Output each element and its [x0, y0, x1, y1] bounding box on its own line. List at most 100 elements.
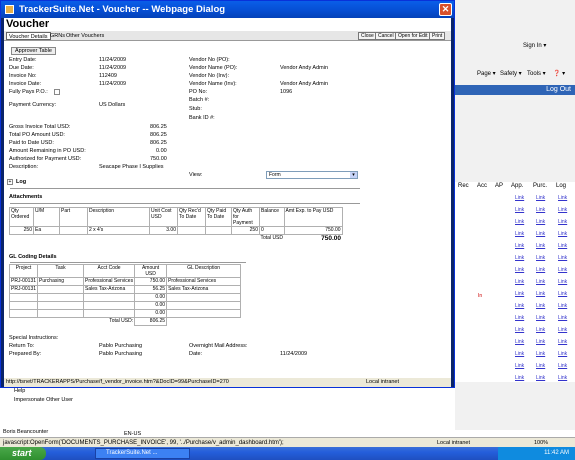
grid-link[interactable]: Link	[558, 195, 567, 201]
grid-link[interactable]: Link	[515, 255, 524, 261]
table-cell: 0.00	[134, 309, 168, 318]
table-cell	[177, 226, 206, 235]
table-cell	[83, 309, 136, 318]
grid-link[interactable]: Link	[536, 267, 545, 273]
dialog-status-bar: http://tsnet/TRACKERAPPS/Purchase/f_vend…	[4, 378, 451, 387]
grid-link[interactable]: Link	[515, 315, 524, 321]
dialog-title-bar[interactable]: TrackerSuite.Net - Voucher -- Webpage Di…	[1, 1, 454, 18]
log-toggle-icon[interactable]: +	[7, 179, 13, 185]
grid-link[interactable]: Link	[515, 291, 524, 297]
safety-menu[interactable]: Safety ▾	[500, 70, 522, 77]
grid-link[interactable]: Link	[536, 339, 545, 345]
grid-link[interactable]: Link	[536, 303, 545, 309]
grid-link[interactable]: Link	[558, 351, 567, 357]
tab-voucher-details[interactable]: Voucher Details	[6, 32, 51, 40]
taskbar-item[interactable]: TrackerSuite.Net ...	[95, 448, 190, 459]
view-select[interactable]: Form ▾	[266, 171, 358, 179]
table-cell: PRJ-00131	[8, 277, 39, 286]
table-cell: Sales Tax-Arizona	[166, 285, 242, 294]
log-label[interactable]: Log	[16, 179, 26, 185]
print-button[interactable]: Print	[429, 32, 446, 40]
approver-table-button[interactable]: Approver Table	[11, 47, 56, 55]
column-header: Qty Rec'd To Date	[177, 207, 206, 227]
vendor-name-po-value: Vendor Andy Admin	[280, 65, 329, 71]
system-tray: 11:42 AM	[498, 447, 575, 460]
grid-link[interactable]: Link	[558, 363, 567, 369]
start-button[interactable]: start	[0, 447, 46, 460]
grid-link[interactable]: Link	[536, 363, 545, 369]
grid-link[interactable]: Link	[558, 279, 567, 285]
tab-other-vouchers[interactable]: Other Vouchers	[64, 32, 106, 40]
tools-menu[interactable]: Tools ▾	[527, 70, 546, 77]
grid-link[interactable]: Link	[515, 339, 524, 345]
column-header: Acct Code	[83, 264, 136, 278]
vendor-no-po-label: Vendor No (PO):	[189, 57, 230, 63]
status-zone: Local intranet	[366, 379, 400, 385]
grid-link[interactable]: Link	[536, 351, 545, 357]
grid-link[interactable]: Link	[536, 279, 545, 285]
logout-link[interactable]: Log Out	[455, 85, 575, 95]
column-header: Qty Ordered	[9, 207, 34, 227]
payment-currency-value: US Dollars	[99, 102, 126, 108]
grid-link[interactable]: Link	[536, 375, 545, 381]
impersonate-item[interactable]: Impersonate Other User	[14, 397, 73, 403]
prepared-by-label: Prepared By:	[9, 351, 42, 357]
line-total-value: 750.00	[321, 235, 342, 242]
table-cell	[166, 309, 242, 318]
grid-link[interactable]: Link	[515, 279, 524, 285]
grid-link[interactable]: Link	[536, 231, 545, 237]
grid-link[interactable]: Link	[558, 207, 567, 213]
grid-link[interactable]: Link	[558, 231, 567, 237]
gl-total-value: 806.25	[134, 317, 168, 326]
grid-link[interactable]: Link	[558, 327, 567, 333]
gross-total-label: Gross Invoice Total USD:	[9, 124, 71, 130]
grid-link[interactable]: Link	[536, 327, 545, 333]
fully-pays-po-checkbox[interactable]	[54, 89, 60, 95]
close-icon[interactable]: ✕	[439, 3, 452, 16]
table-total-row: Total USD 750.00	[10, 235, 343, 243]
page-menu[interactable]: Page ▾	[477, 70, 496, 77]
close-button[interactable]: Close	[358, 32, 377, 40]
grid-link[interactable]: Link	[515, 267, 524, 273]
grid-link[interactable]: Link	[558, 303, 567, 309]
grid-link[interactable]: Link	[558, 255, 567, 261]
table-cell: Sales Tax-Arizona	[83, 285, 136, 294]
table-cell	[8, 301, 39, 310]
grid-link[interactable]: Link	[558, 219, 567, 225]
grid-header-app: App.	[511, 183, 524, 189]
grid-link[interactable]: Link	[558, 315, 567, 321]
column-header: Balance	[259, 207, 285, 227]
help-menu[interactable]: ❓ ▾	[553, 70, 565, 77]
grid-link[interactable]: Link	[515, 375, 524, 381]
grid-link[interactable]: Link	[515, 219, 524, 225]
grid-link[interactable]: Link	[536, 207, 545, 213]
grid-link[interactable]: Link	[536, 291, 545, 297]
table-cell	[205, 226, 232, 235]
grid-link[interactable]: Link	[515, 231, 524, 237]
sign-in-button[interactable]: Sign In ▾	[523, 42, 546, 49]
grid-link[interactable]: Link	[515, 207, 524, 213]
grid-link[interactable]: Link	[558, 291, 567, 297]
grid-link[interactable]: Link	[558, 243, 567, 249]
grid-link[interactable]: Link	[558, 375, 567, 381]
column-header: Amount USD	[134, 264, 168, 278]
grid-link[interactable]: Link	[536, 255, 545, 261]
vendor-name-inv-label: Vendor Name (Inv):	[189, 81, 237, 87]
grid-link[interactable]: Link	[536, 315, 545, 321]
grid-link[interactable]: Link	[515, 195, 524, 201]
grid-link[interactable]: Link	[515, 351, 524, 357]
grid-link[interactable]: Link	[558, 339, 567, 345]
cancel-button[interactable]: Cancel	[375, 32, 397, 40]
description-label: Description:	[9, 164, 39, 170]
divider	[10, 262, 246, 263]
grid-link[interactable]: Link	[515, 243, 524, 249]
grid-link[interactable]: Link	[536, 243, 545, 249]
open-for-edit-button[interactable]: Open for Edit	[395, 32, 431, 40]
grid-link[interactable]: Link	[515, 363, 524, 369]
grid-link[interactable]: Link	[515, 303, 524, 309]
grid-link[interactable]: Link	[515, 327, 524, 333]
grid-link[interactable]: Link	[536, 195, 545, 201]
grid-link[interactable]: Link	[536, 219, 545, 225]
grid-link[interactable]: Link	[558, 267, 567, 273]
help-item[interactable]: Help	[14, 388, 25, 394]
